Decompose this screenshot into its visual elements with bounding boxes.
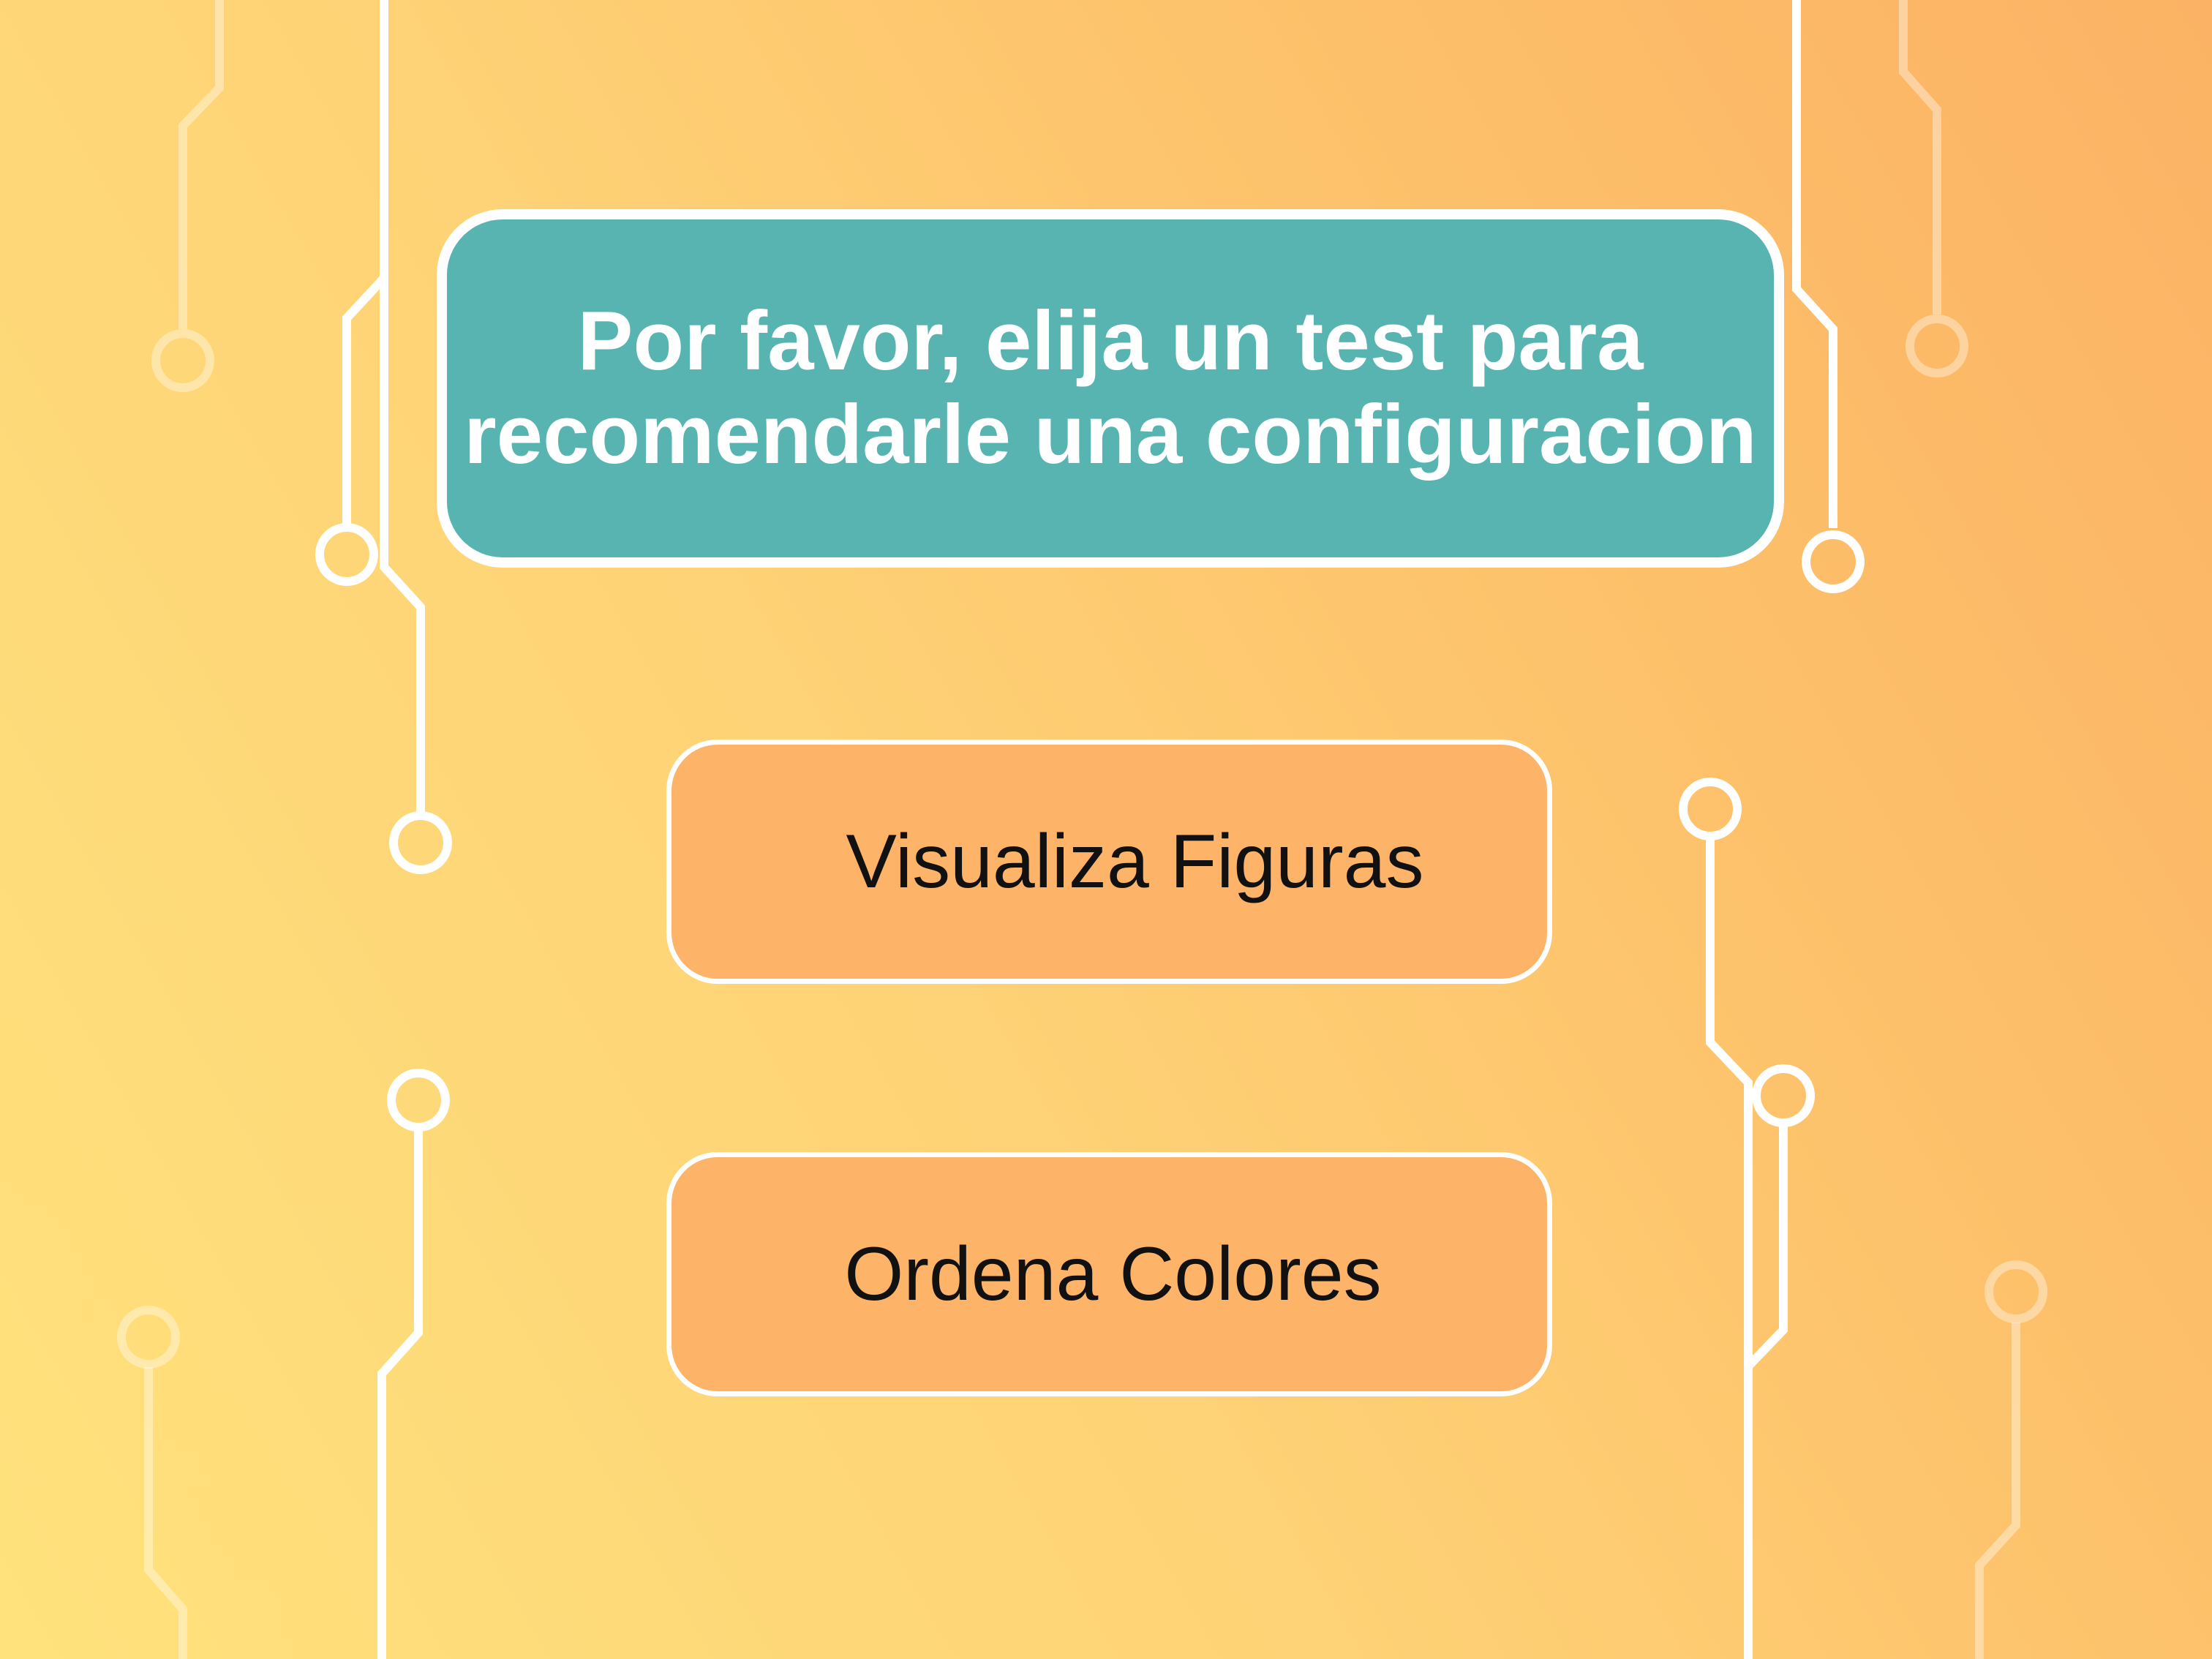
title-panel: Por favor, elija un test para recomendar… xyxy=(437,209,1784,568)
ordena-colores-button[interactable]: Ordena Colores xyxy=(666,1152,1552,1396)
ordena-colores-label: Ordena Colores xyxy=(844,1231,1382,1317)
title-line-2: recomendarle una configuracion xyxy=(464,388,1757,481)
visualiza-figuras-label: Visualiza Figuras xyxy=(846,819,1424,904)
visualiza-figuras-button[interactable]: Visualiza Figuras xyxy=(666,740,1552,984)
test-selection-screen: { "header": { "title_line_1": "Por favor… xyxy=(0,0,2212,1659)
title-line-1: Por favor, elija un test para xyxy=(577,295,1644,388)
